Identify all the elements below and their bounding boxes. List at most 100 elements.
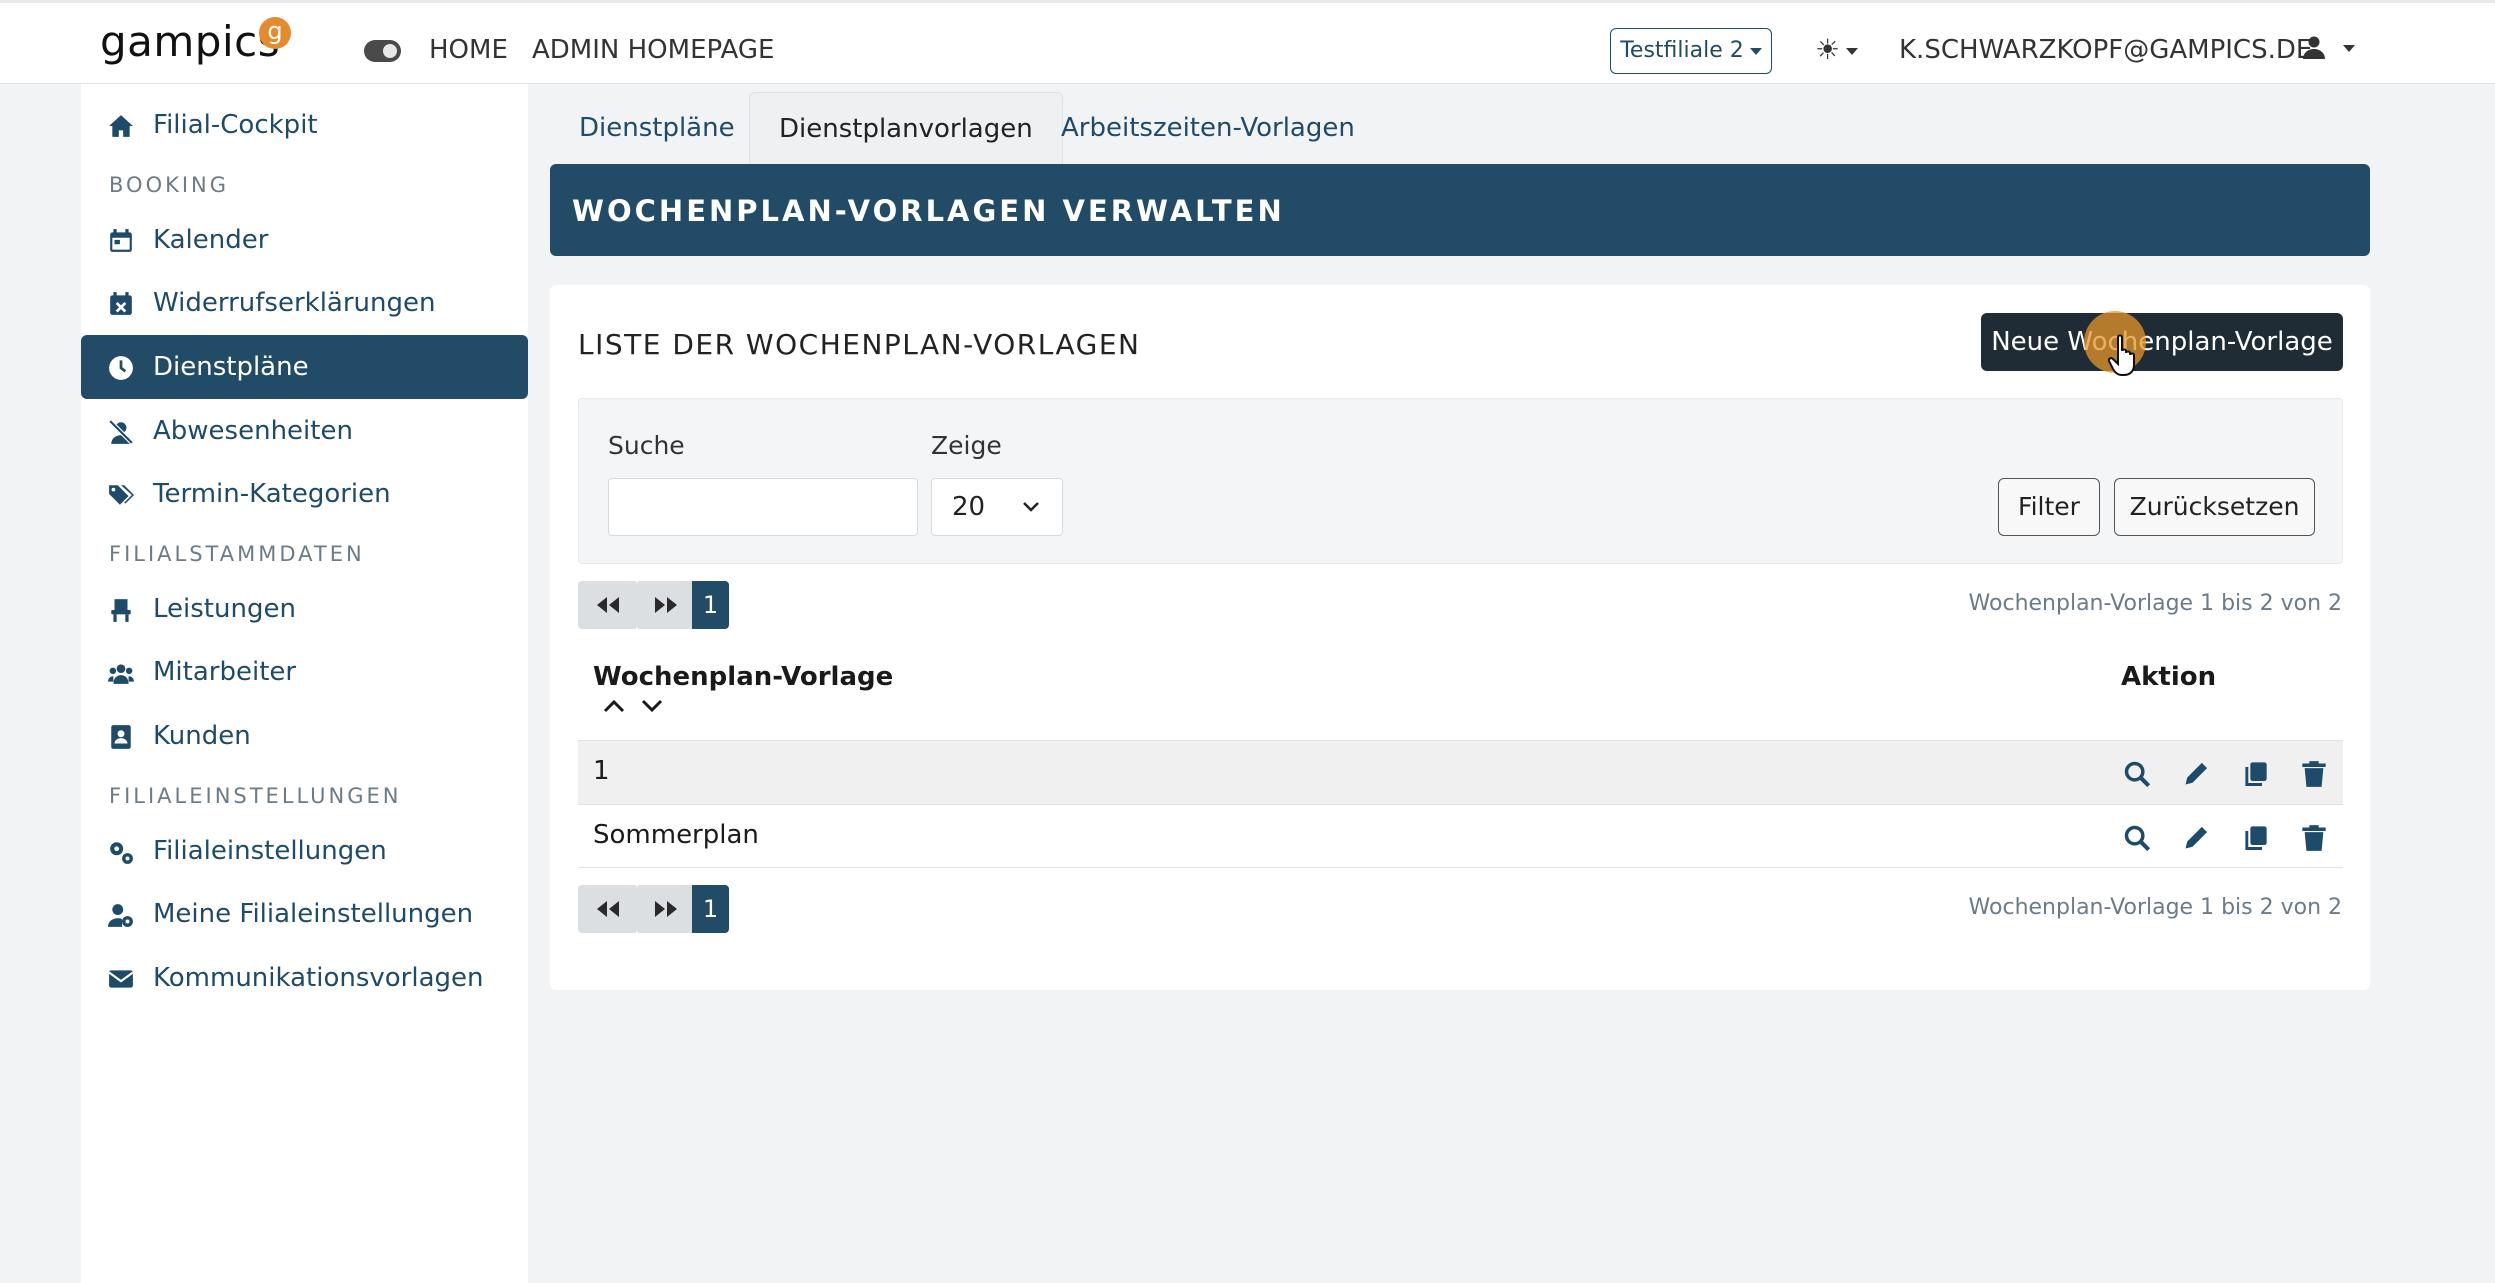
column-header-template: Wochenplan-Vorlage — [593, 662, 894, 692]
sidebar-item-filialeinstellungen[interactable]: Filialeinstellungen — [81, 819, 528, 883]
reset-button[interactable]: Zurücksetzen — [2114, 478, 2315, 536]
sidebar-item-kommunikationsvorlagen[interactable]: Kommunikationsvorlagen — [81, 946, 528, 1010]
sidebar-item-label: Kalender — [153, 225, 269, 255]
clock-icon — [109, 356, 133, 380]
hand-cursor-icon — [2108, 334, 2135, 376]
envelope-icon — [108, 970, 134, 988]
sidebar-item-label: Leistungen — [153, 594, 296, 624]
first-page-button[interactable] — [578, 581, 636, 629]
templates-card: LISTE DER WOCHENPLAN-VORLAGEN Neue Woche… — [550, 285, 2370, 990]
template-name: Sommerplan — [593, 820, 759, 850]
forward-icon — [655, 901, 677, 917]
sidebar-heading-booking: BOOKING — [109, 173, 230, 197]
sidebar-item-kalender[interactable]: Kalender — [81, 208, 528, 272]
sidebar-item-widerrufserklaerungen[interactable]: Widerrufserklärungen — [81, 271, 528, 335]
search-icon[interactable] — [2123, 824, 2151, 852]
users-icon — [108, 664, 134, 684]
gears-icon — [110, 842, 133, 864]
sidebar-item-termin-kategorien[interactable]: Termin-Kategorien — [81, 462, 528, 526]
sidebar-item-label: Meine Filialeinstellungen — [153, 899, 474, 929]
page-1-button[interactable]: 1 — [692, 885, 729, 933]
sidebar-item-label: Termin-Kategorien — [153, 479, 391, 509]
sidebar-toggle[interactable] — [364, 40, 401, 62]
sun-icon: ☀ — [1815, 33, 1841, 66]
card-title: LISTE DER WOCHENPLAN-VORLAGEN — [578, 328, 1141, 361]
sidebar-item-label: Widerrufserklärungen — [153, 288, 436, 318]
page-title: WOCHENPLAN-VORLAGEN VERWALTEN — [572, 194, 1285, 228]
pencil-icon[interactable] — [2182, 824, 2210, 852]
user-menu[interactable] — [2302, 35, 2356, 63]
home-icon — [109, 115, 133, 137]
user-gear-icon — [108, 904, 133, 927]
sidebar-item-meine-filialeinstellungen[interactable]: Meine Filialeinstellungen — [81, 882, 528, 946]
next-page-button[interactable] — [636, 581, 694, 629]
user-email[interactable]: K.SCHWARZKOPF@GAMPICS.DE — [1899, 35, 2312, 65]
theme-toggle[interactable]: ☀ — [1815, 33, 1859, 66]
top-navbar: gampics g HOME ADMIN HOMEPAGE Testfilial… — [0, 0, 2495, 84]
copy-icon[interactable] — [2241, 760, 2269, 788]
user-icon — [2303, 36, 2325, 59]
column-header-action: Aktion — [2121, 662, 2217, 692]
search-label: Suche — [608, 431, 685, 460]
trash-icon[interactable] — [2300, 824, 2328, 852]
template-name: 1 — [593, 756, 610, 786]
page-size-value: 20 — [952, 492, 986, 522]
nav-admin-homepage[interactable]: ADMIN HOMEPAGE — [532, 35, 774, 65]
new-template-button[interactable]: Neue Wochenplan-Vorlage — [1981, 313, 2343, 371]
sidebar-item-mitarbeiter[interactable]: Mitarbeiter — [81, 640, 528, 704]
search-icon[interactable] — [2123, 760, 2151, 788]
chevron-down-icon — [1846, 47, 1859, 55]
sidebar-item-leistungen[interactable]: Leistungen — [81, 577, 528, 641]
backward-icon — [597, 597, 619, 613]
chair-icon — [111, 599, 131, 622]
pencil-icon[interactable] — [2182, 760, 2210, 788]
copy-icon[interactable] — [2241, 824, 2269, 852]
sidebar-item-label: Kommunikationsvorlagen — [153, 963, 484, 993]
sidebar-heading-filialstammdaten: FILIALSTAMMDATEN — [109, 542, 365, 566]
sort-descending-icon[interactable] — [640, 698, 664, 714]
search-input[interactable] — [608, 478, 918, 536]
show-label: Zeige — [931, 431, 1002, 460]
sidebar-item-label: Kunden — [153, 721, 251, 751]
sidebar-item-label: Mitarbeiter — [153, 657, 297, 687]
sidebar-item-filial-cockpit[interactable]: Filial-Cockpit — [81, 93, 528, 157]
tab-dienstplaene[interactable]: Dienstpläne — [550, 92, 764, 164]
gampics-logo[interactable]: gampics — [100, 17, 280, 66]
page-1-button[interactable]: 1 — [692, 581, 729, 629]
pagination-top: 1 — [578, 581, 729, 629]
branch-select[interactable]: Testfiliale 2 — [1610, 28, 1772, 74]
page-size-select[interactable]: 20 — [931, 478, 1063, 536]
sort-ascending-icon[interactable] — [602, 698, 626, 714]
next-page-button[interactable] — [636, 885, 694, 933]
sidebar-item-dienstplaene[interactable]: Dienstpläne — [81, 335, 528, 399]
pagination-info-bottom: Wochenplan-Vorlage 1 bis 2 von 2 — [1968, 895, 2342, 920]
sidebar-heading-filialeinstellungen: FILIALEINSTELLUNGEN — [109, 784, 402, 808]
trash-icon[interactable] — [2300, 760, 2328, 788]
sidebar-item-abwesenheiten[interactable]: Abwesenheiten — [81, 399, 528, 463]
branch-select-label: Testfiliale 2 — [1620, 38, 1744, 63]
chevron-down-icon — [1023, 502, 1039, 512]
tab-dienstplanvorlagen[interactable]: Dienstplanvorlagen — [749, 92, 1063, 164]
sidebar-item-kunden[interactable]: Kunden — [81, 704, 528, 768]
contact-book-icon — [111, 725, 131, 749]
sidebar-item-label: Filial-Cockpit — [153, 110, 318, 140]
calendar-icon — [110, 229, 132, 252]
filter-button[interactable]: Filter — [1998, 478, 2100, 536]
user-slash-icon — [108, 419, 134, 445]
forward-icon — [655, 597, 677, 613]
sidebar-item-label: Dienstpläne — [153, 352, 309, 382]
tab-arbeitszeiten-vorlagen[interactable]: Arbeitszeiten-Vorlagen — [1032, 92, 1384, 164]
first-page-button[interactable] — [578, 885, 636, 933]
sidebar-item-label: Abwesenheiten — [153, 416, 353, 446]
pagination-info-top: Wochenplan-Vorlage 1 bis 2 von 2 — [1968, 591, 2342, 616]
logo-badge: g — [259, 17, 291, 49]
table-row: 1 — [578, 740, 2343, 804]
pagination-bottom: 1 — [578, 885, 729, 933]
calendar-x-icon — [110, 292, 132, 315]
sidebar-item-label: Filialeinstellungen — [153, 836, 387, 866]
page-banner: WOCHENPLAN-VORLAGEN VERWALTEN — [550, 164, 2370, 256]
table-row: Sommerplan — [578, 804, 2343, 868]
filter-panel: Suche Zeige 20 Filter Zurücksetzen — [578, 398, 2343, 564]
nav-home[interactable]: HOME — [429, 35, 508, 65]
backward-icon — [597, 901, 619, 917]
